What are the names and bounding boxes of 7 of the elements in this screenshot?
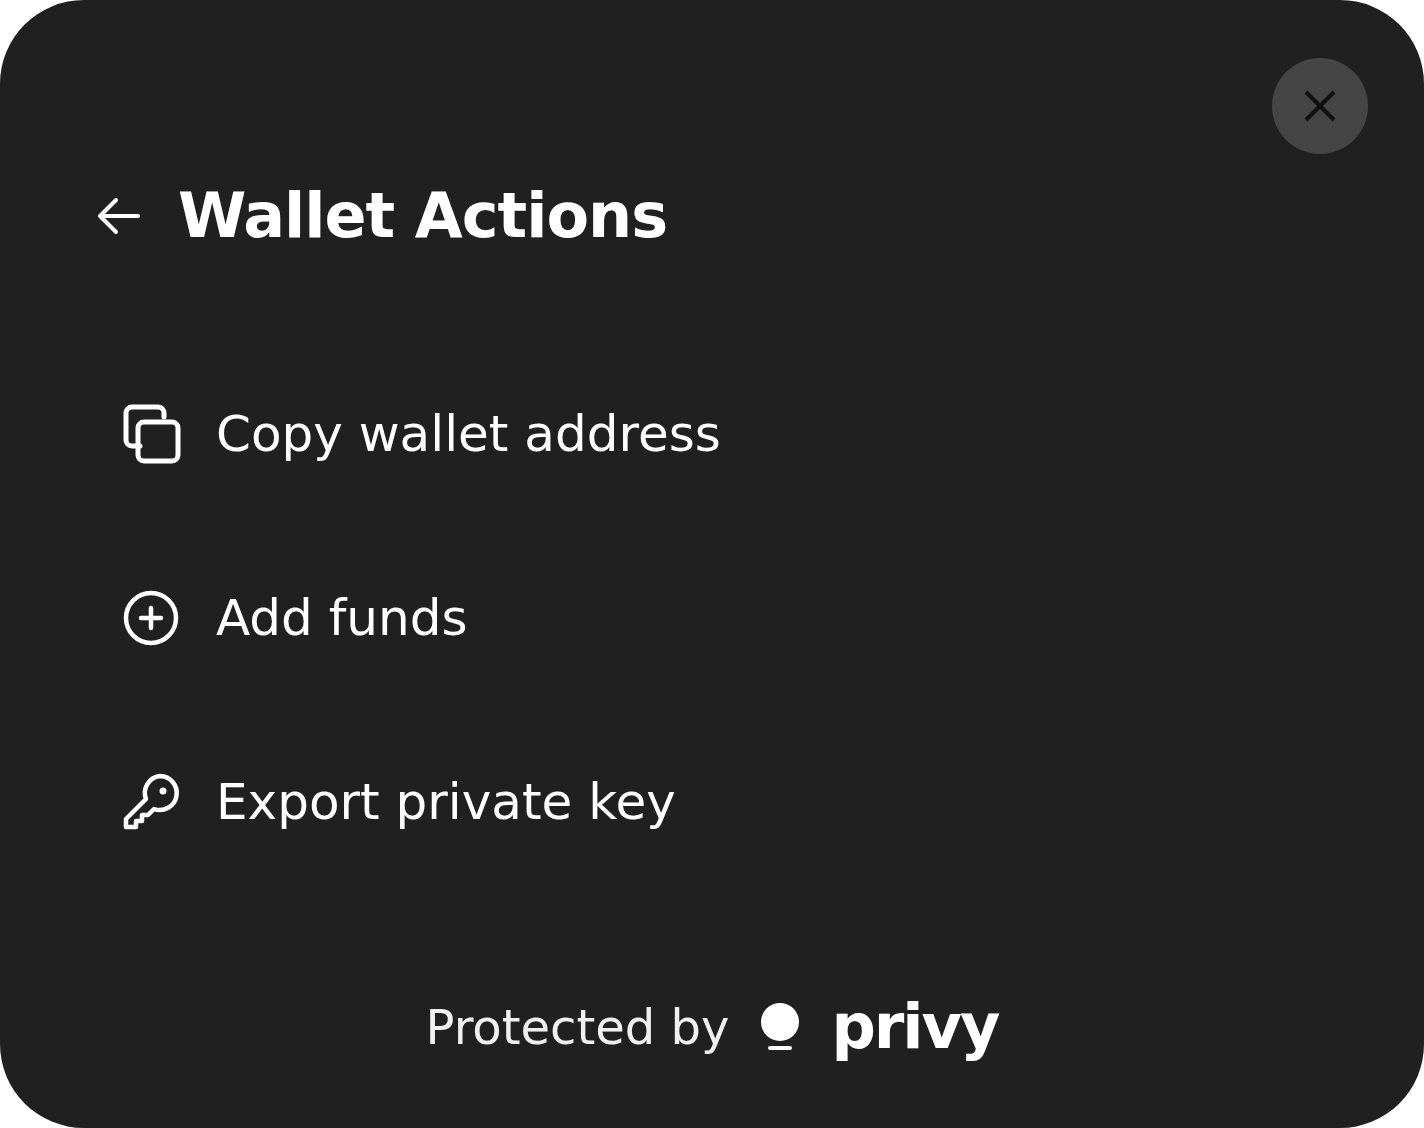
- privy-logo-icon: [759, 1002, 802, 1052]
- brand-name: privy: [831, 992, 999, 1062]
- footer-text: Protected by: [425, 999, 730, 1055]
- menu-item[interactable]: Add funds: [120, 578, 468, 658]
- menu-item[interactable]: Export private key: [120, 762, 676, 842]
- menu-item[interactable]: Copy wallet address: [120, 394, 721, 474]
- dialog-title: Wallet Actions: [178, 178, 668, 254]
